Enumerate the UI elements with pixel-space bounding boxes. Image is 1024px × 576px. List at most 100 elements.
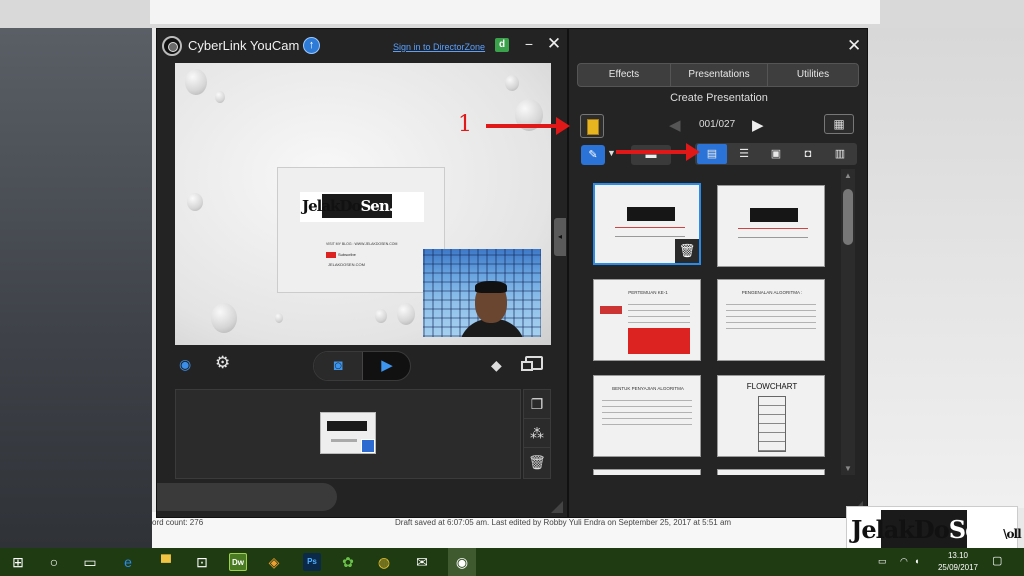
camera-preview: JelakDoSen. VISIT MY BLOG : WWW.JELAKDOS… (175, 63, 551, 345)
media-gallery (175, 389, 521, 479)
resize-grip-icon[interactable] (551, 501, 563, 513)
taskbar: ⊞ ○ ▭ e ▀ ⊡ Dw ◈ Ps ✿ ◍ ✉ ◉ ▭ ◠ ◖ 13.10 … (0, 548, 1024, 576)
background-page-top (150, 0, 880, 24)
grid-view-button[interactable]: ▦ (824, 114, 854, 134)
tab-effects[interactable]: Effects (578, 64, 670, 86)
store-icon[interactable]: ⊡ (192, 552, 212, 572)
share-icon[interactable]: ⁂ (524, 419, 550, 448)
windows-start-icon[interactable]: ⊞ (8, 552, 28, 572)
water-drop (375, 309, 387, 323)
slide-thumb-8[interactable] (717, 469, 825, 475)
tab-presentations[interactable]: Presentations (671, 64, 767, 86)
clear-ink-button[interactable]: ▬ (631, 145, 671, 165)
slide-thumb-1[interactable]: 🗑 (593, 183, 701, 265)
bluestacks-icon[interactable]: ◈ (264, 552, 284, 572)
android-icon[interactable]: ✿ (338, 552, 358, 572)
scroll-up-icon[interactable]: ▲ (844, 171, 852, 180)
slide-site-text: JELAKDOSEN.COM (328, 262, 365, 267)
slide-thumb-2[interactable] (717, 185, 825, 267)
background-left (0, 28, 152, 548)
layout-options: ▤ ☰ ▣ ◘ ▥ (695, 143, 857, 165)
task-view-icon[interactable]: ▭ (80, 552, 100, 572)
water-drop (275, 313, 283, 323)
resize-icon[interactable] (521, 356, 543, 371)
copy-icon[interactable]: ❐ (524, 390, 550, 419)
dreamweaver-icon[interactable]: Dw (229, 553, 247, 571)
slide-thumb-6[interactable]: FLOWCHART (717, 375, 825, 457)
gear-icon[interactable]: ⚙ (215, 354, 230, 372)
video-file-icon (361, 439, 375, 453)
slide-thumb-5[interactable]: BENTUK PENYAJIAN ALGORITMA (593, 375, 701, 457)
eye-icon[interactable]: ◉ (179, 357, 199, 371)
gallery-actions: ❐ ⁂ 🗑 (523, 389, 551, 479)
photoshop-icon[interactable]: Ps (303, 553, 321, 571)
annotation-arrow-2 (616, 143, 700, 161)
video-camera-icon[interactable]: ▶ (363, 352, 411, 380)
wifi-icon[interactable]: ◠ (900, 556, 908, 567)
water-drop (187, 193, 203, 211)
directorzone-icon[interactable]: d (495, 38, 509, 52)
layout-pip-icon[interactable]: ▣ (761, 144, 791, 164)
gallery-thumbnail[interactable] (320, 412, 376, 454)
chrome-icon[interactable]: ◍ (374, 552, 394, 572)
youcam-window: CyberLink YouCam ↑ Sign in to DirectorZo… (156, 28, 568, 518)
annotation-number: 1 (458, 112, 472, 137)
capture-controls: ◉ ⚙ ◙ ▶ ◆ (157, 347, 569, 387)
slide-thumb-3[interactable]: PERTEMUAN KE-1 (593, 279, 701, 361)
slide-blog-text: VISIT MY BLOG : WWW.JELAKDOSEN.COM (326, 242, 398, 246)
layout-side-by-side-icon[interactable]: ▥ (825, 144, 855, 164)
webcam-overlay (423, 249, 541, 337)
panel-close-button[interactable]: ✕ (847, 36, 861, 56)
annotation-arrow-1 (486, 117, 570, 135)
water-drop (185, 69, 207, 95)
scroll-down-icon[interactable]: ▼ (844, 464, 852, 473)
youcam-taskbar-item[interactable]: ◉ (448, 548, 476, 576)
app-title: CyberLink YouCam (188, 38, 300, 53)
youtube-icon (326, 252, 336, 258)
thumbnail-scrollbar[interactable]: ▲ ▼ (841, 169, 855, 475)
presentation-panel: ✕ Effects Presentations Utilities Create… (568, 28, 868, 518)
tab-utilities[interactable]: Utilities (768, 64, 858, 86)
clock-time: 13.10 (947, 551, 969, 560)
notification-icon[interactable]: ▢ (992, 554, 1002, 567)
page-counter: 001/027 (699, 119, 736, 130)
pen-icon[interactable]: ✎ (581, 145, 605, 165)
youcam-logo-icon (162, 36, 182, 56)
background-right (868, 28, 1024, 508)
prev-page-button[interactable]: ◀ (669, 116, 681, 134)
presentation-slide: JelakDoSen. VISIT MY BLOG : WWW.JELAKDOS… (277, 167, 445, 293)
import-file-button[interactable] (580, 114, 604, 138)
clock[interactable]: 13.10 25/09/2017 (932, 550, 984, 574)
camera-icon[interactable]: ◙ (314, 352, 363, 380)
delete-icon[interactable]: 🗑 (524, 448, 550, 477)
close-button[interactable]: ✕ (545, 34, 563, 54)
slide-logo: JelakDoSen. (300, 192, 424, 222)
edge-icon[interactable]: e (118, 552, 138, 572)
next-page-button[interactable]: ▶ (752, 116, 764, 134)
pen-tool-group: ✎ ▼ (581, 145, 619, 165)
panel-tabs: Effects Presentations Utilities (577, 63, 859, 87)
clock-date: 25/09/2017 (937, 563, 979, 572)
signin-directorzone-link[interactable]: Sign in to DirectorZone (393, 42, 485, 52)
slide-subscribe: Subscribe (338, 252, 356, 257)
minimize-button[interactable]: − (521, 34, 537, 54)
watermark-logo: JelakDoSen.\oll (846, 506, 1022, 550)
search-icon[interactable]: ○ (44, 552, 64, 572)
water-drop (215, 91, 225, 103)
layout-slide-only-icon[interactable]: ☰ (729, 144, 759, 164)
bottom-control-bar[interactable] (157, 483, 337, 511)
layout-camera-only-icon[interactable]: ◘ (793, 144, 823, 164)
file-explorer-icon[interactable]: ▀ (156, 552, 176, 572)
volume-icon[interactable]: ◖ (914, 556, 919, 566)
eraser-icon[interactable]: ◆ (491, 357, 502, 374)
battery-icon[interactable]: ▭ (878, 556, 887, 567)
chevron-down-icon[interactable]: ▼ (607, 148, 616, 158)
layout-slide-camera-icon[interactable]: ▤ (697, 144, 727, 164)
panel-toggle-tab[interactable]: ◂ (554, 218, 566, 256)
trash-icon[interactable]: 🗑 (675, 239, 699, 263)
slide-thumb-7[interactable] (593, 469, 701, 475)
upgrade-arrow-icon[interactable]: ↑ (303, 37, 320, 54)
slide-thumb-4[interactable]: PENGENALAN ALGORITMA : (717, 279, 825, 361)
mail-icon[interactable]: ✉ (412, 552, 432, 572)
scrollbar-thumb[interactable] (843, 189, 853, 245)
